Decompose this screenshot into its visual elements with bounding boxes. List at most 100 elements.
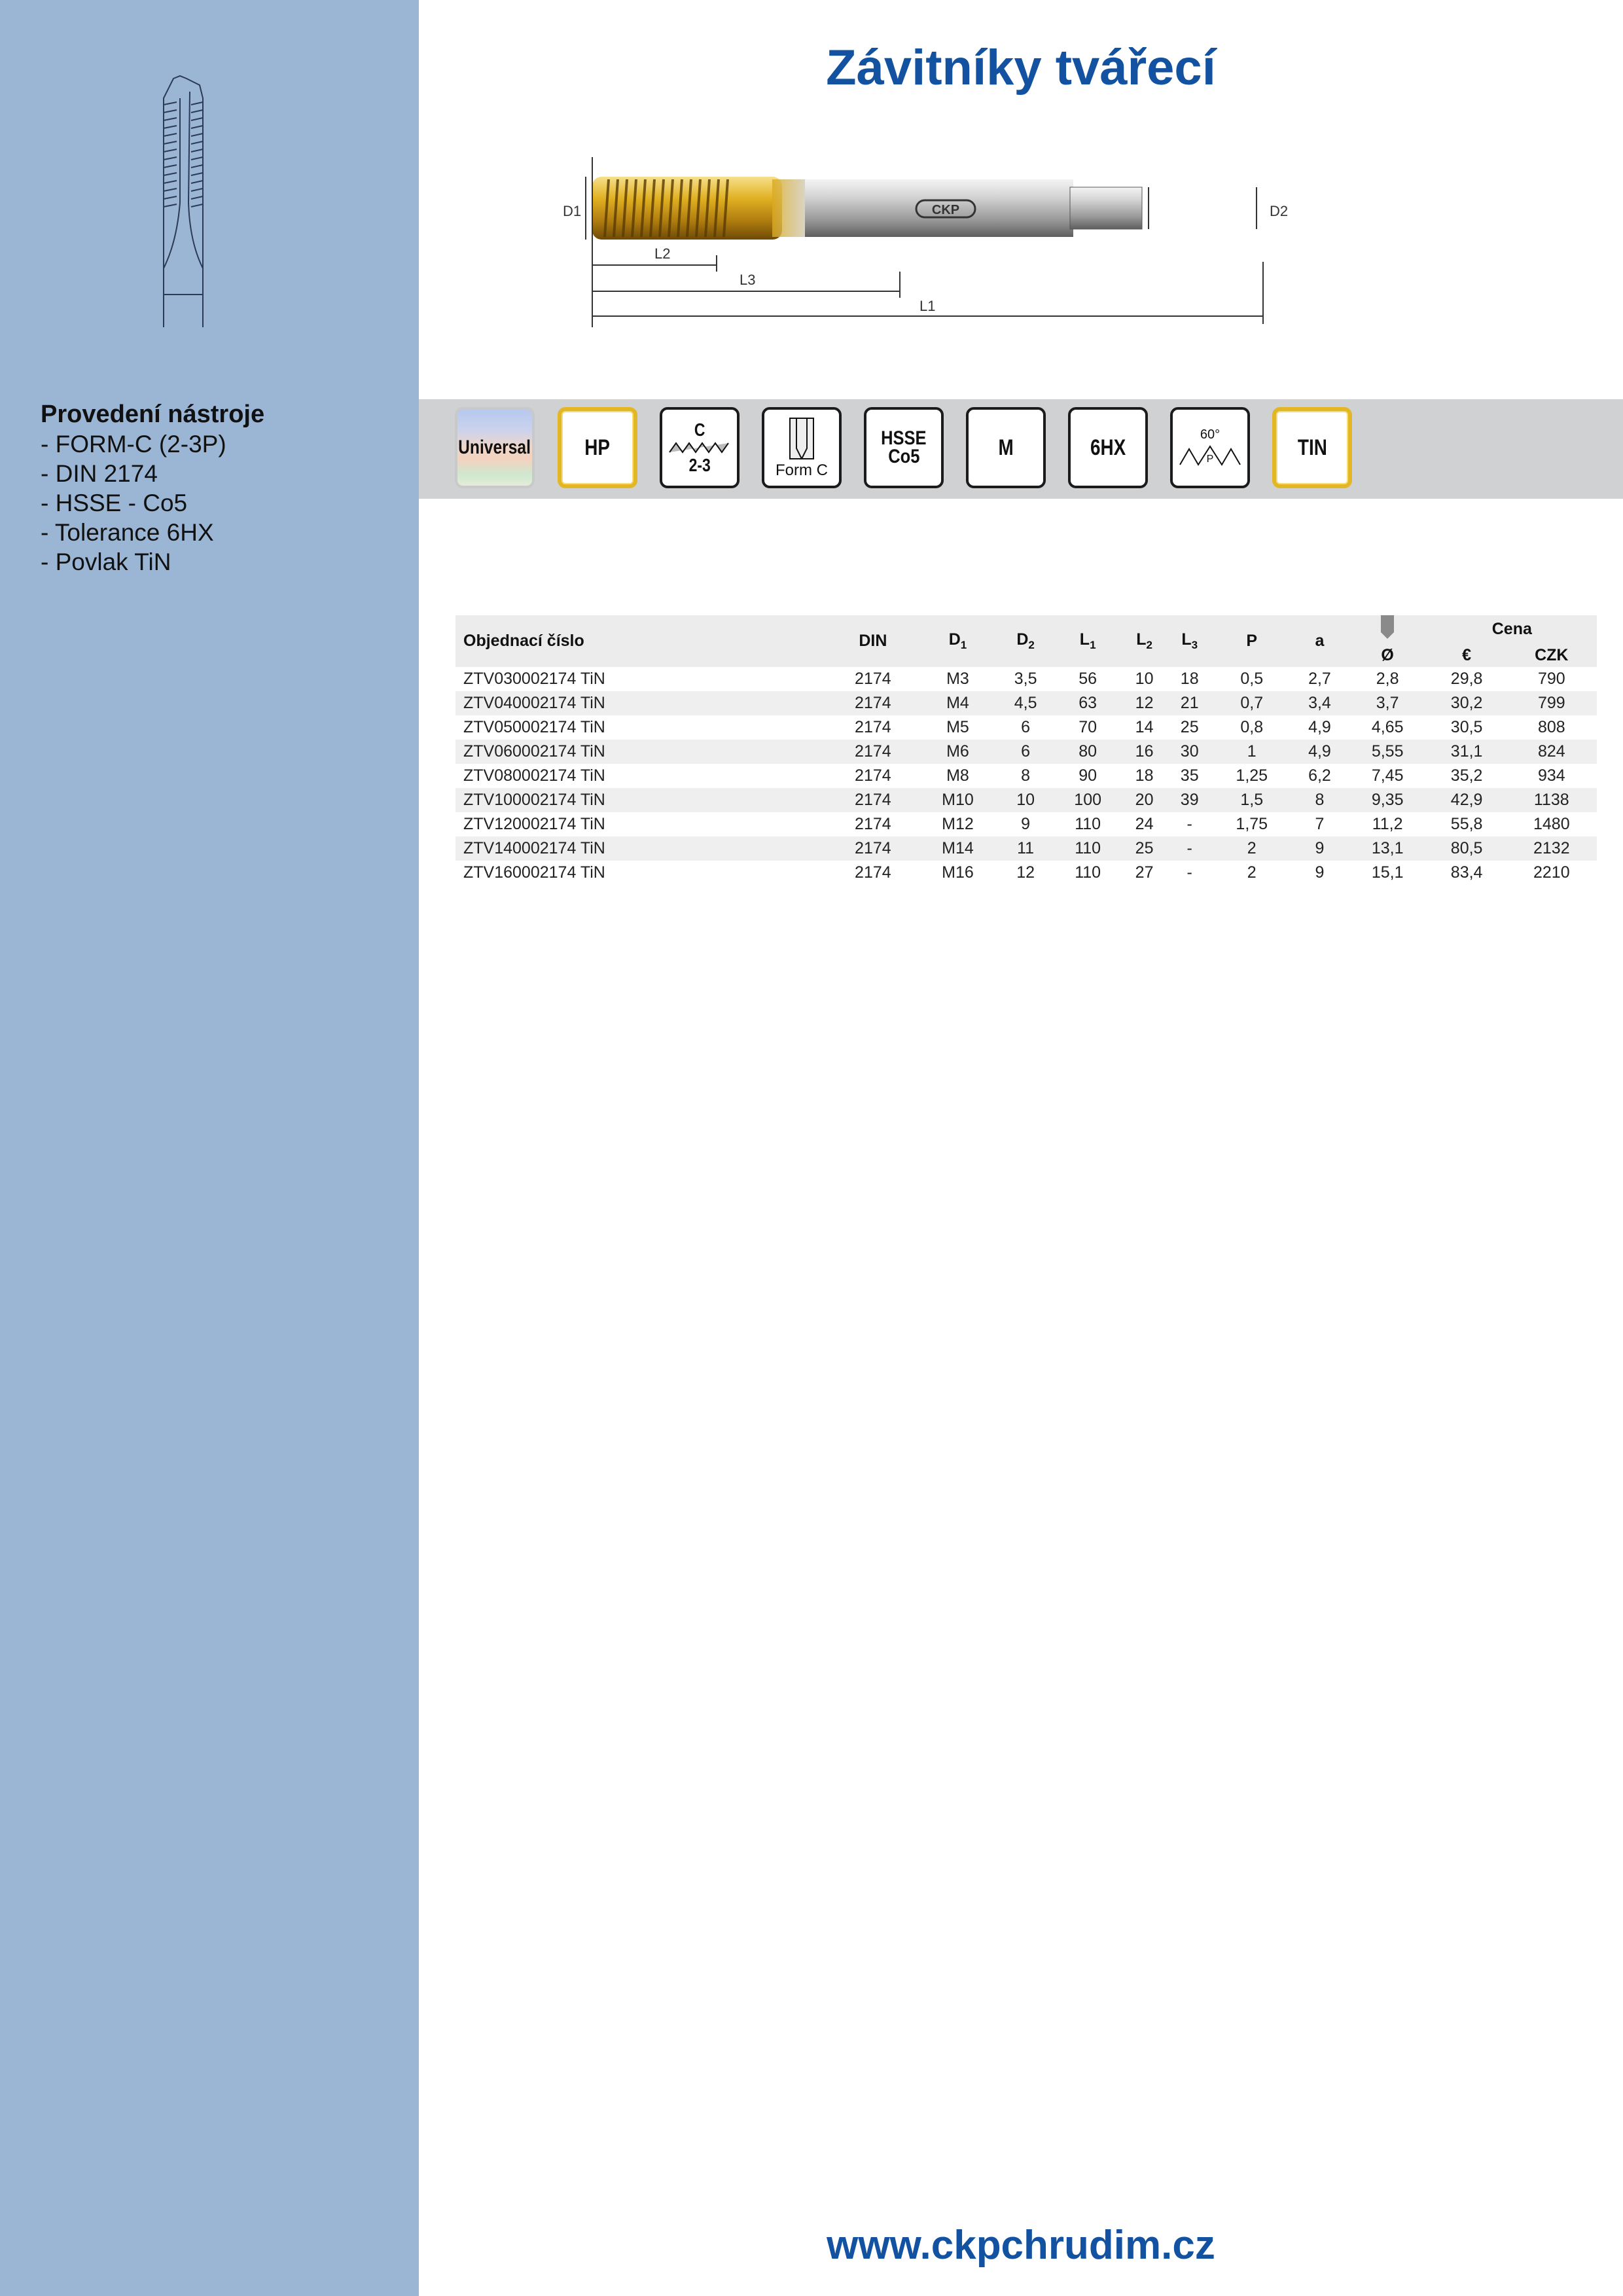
table-cell: 5,55 (1347, 740, 1427, 764)
spec-item-coating: - Povlak TiN (41, 548, 171, 575)
table-cell: 1,25 (1236, 766, 1268, 785)
page-title: Závitníky tvářecí (826, 40, 1216, 96)
thread-type-badge: M (966, 407, 1046, 488)
table-cell: 10 (997, 788, 1054, 812)
table-cell: 1,5 (1212, 788, 1292, 812)
spec-heading: Provedení nástroje (41, 401, 265, 428)
table-cell: 2 (1247, 863, 1257, 882)
table-cell: 83,4 (1450, 863, 1483, 882)
tool-spec-block: Provedení nástroje - FORM-C (2-3P) - DIN… (41, 399, 407, 577)
table-cell: 2 (1212, 836, 1292, 861)
col-l1: L1 (1054, 615, 1122, 667)
table-cell: ZTV040002174 TiN (455, 691, 828, 715)
table-cell: 20 (1122, 788, 1168, 812)
table-cell: 9 (1021, 815, 1031, 833)
col-d2: D2 (997, 615, 1054, 667)
table-cell: 7,45 (1371, 766, 1404, 785)
table-cell: M14 (918, 836, 997, 861)
table-cell: 30,5 (1450, 718, 1483, 736)
table-row: ZTV160002174 TiN 2174 M16 12 110 27 - 2 9 15,1 83,… (455, 861, 1597, 885)
table-cell: 15,1 (1371, 863, 1404, 882)
form-label: Form C (776, 461, 828, 479)
table-cell: 2174 (827, 788, 918, 812)
table-cell: - (1186, 815, 1192, 833)
label-d2: D2 (1270, 203, 1288, 219)
table-cell: 3,5 (1014, 670, 1037, 688)
material-line2: Co5 (887, 446, 920, 467)
col-l2: L2 (1122, 615, 1168, 667)
table-cell: 25 (1122, 836, 1168, 861)
table-cell: 56 (1079, 670, 1097, 688)
spec-item-din: - DIN 2174 (41, 460, 158, 487)
table-cell: 6,2 (1308, 766, 1331, 785)
table-cell: 2132 (1506, 836, 1597, 861)
table-cell: 24 (1135, 815, 1154, 833)
table-cell: 1,75 (1236, 815, 1268, 833)
table-cell: 4,9 (1291, 740, 1348, 764)
property-badge-band: Universal HP C 2-3 Form C HSSE Co5 M 6HX… (419, 399, 1623, 499)
table-row: ZTV100002174 TiN 2174 M10 10 100 20 39 1,5 8 9,35… (455, 788, 1597, 812)
col-din: DIN (827, 615, 918, 667)
universal-label: Universal (458, 437, 531, 458)
table-cell: 21 (1167, 691, 1213, 715)
table-cell: 824 (1506, 740, 1597, 764)
table-row: ZTV030002174 TiN 2174 M3 3,5 56 10 18 0,5 2,7 2,8… (455, 667, 1597, 691)
table-cell: 39 (1167, 788, 1213, 812)
table-cell: 8 (1021, 766, 1031, 785)
chamfer-threads: 2-3 (688, 455, 711, 475)
table-cell: 29,8 (1450, 670, 1483, 688)
table-body: ZTV030002174 TiN 2174 M3 3,5 56 10 18 0,5 2,7 2,8… (455, 667, 1597, 885)
table-cell: 4,65 (1371, 718, 1404, 736)
table-cell: 1 (1212, 740, 1292, 764)
table-row: ZTV080002174 TiN 2174 M8 8 90 18 35 1,25 6,2 7,45… (455, 764, 1597, 788)
table-cell: ZTV120002174 TiN (463, 815, 605, 833)
tolerance-badge: 6HX (1068, 407, 1148, 488)
label-l1: L1 (919, 298, 935, 314)
table-cell: M12 (942, 815, 974, 833)
thread-angle-icon: P (1179, 444, 1241, 466)
table-cell: ZTV160002174 TiN (463, 863, 605, 882)
table-cell: 0,5 (1240, 670, 1264, 688)
table-cell: ZTV060002174 TiN (455, 740, 828, 764)
label-d1: D1 (563, 203, 581, 219)
chamfer-letter: C (694, 420, 705, 440)
table-cell: 9 (1315, 863, 1325, 882)
material-line1: HSSE (881, 427, 927, 449)
table-cell: M16 (942, 863, 974, 882)
table-cell: 30,2 (1427, 691, 1507, 715)
table-cell: 31,1 (1427, 740, 1507, 764)
table-cell: - (1186, 863, 1192, 882)
col-d1: D1 (918, 615, 997, 667)
table-cell: 35,2 (1450, 766, 1483, 785)
table-cell: 1480 (1533, 815, 1570, 833)
table-cell: 0,8 (1240, 718, 1264, 736)
table-cell: 2174 (855, 815, 891, 833)
chamfer-badge: C 2-3 (660, 407, 740, 488)
table-cell: 12 (1016, 863, 1035, 882)
table-cell: M10 (918, 788, 997, 812)
table-cell: 2210 (1533, 863, 1570, 882)
table-row: ZTV120002174 TiN 2174 M12 9 110 24 - 1,75 7 11,2 5… (455, 812, 1597, 836)
table-cell: 2174 (827, 740, 918, 764)
spec-item-material: - HSSE - Co5 (41, 490, 188, 516)
table-cell: 9,35 (1347, 788, 1427, 812)
col-code: Objednací číslo (455, 615, 828, 667)
table-cell: 14 (1135, 718, 1154, 736)
table-cell: 4,9 (1308, 718, 1331, 736)
label-l2: L2 (654, 245, 670, 262)
tolerance-label: 6HX (1090, 435, 1126, 460)
table-cell: 18 (1135, 766, 1154, 785)
table-cell: ZTV030002174 TiN (463, 670, 605, 688)
thread-profile-icon (669, 442, 729, 454)
table-cell: 2174 (855, 670, 891, 688)
angle-label: 60° (1200, 427, 1221, 442)
table-cell: M4 (918, 691, 997, 715)
coating-label: TIN (1297, 435, 1327, 460)
table-cell: 110 (1075, 863, 1101, 882)
col-eur: € (1427, 643, 1507, 667)
table-cell: 100 (1054, 788, 1122, 812)
table-cell: 8 (1291, 788, 1348, 812)
sidebar: Provedení nástroje - FORM-C (2-3P) - DIN… (0, 0, 419, 2296)
col-price: Cena (1427, 615, 1597, 643)
table-cell: 110 (1054, 836, 1122, 861)
